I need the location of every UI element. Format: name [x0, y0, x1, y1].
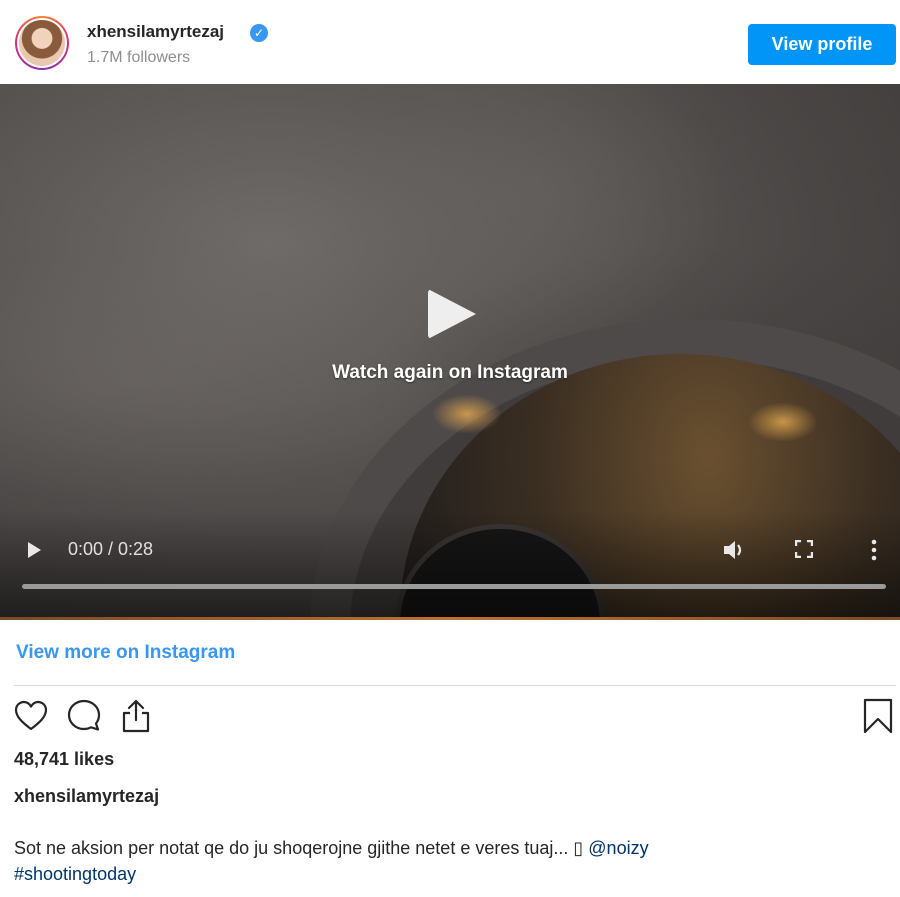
watch-again-link[interactable]: Watch again on Instagram	[0, 362, 900, 384]
controls-shade	[0, 510, 900, 620]
verified-badge-icon: ✓	[250, 24, 268, 42]
play-icon[interactable]	[428, 289, 476, 339]
caption-text: Sot ne aksion per notat qe do ju shoqero…	[14, 838, 649, 859]
post-header: xhensilamyrtezaj ✓ 1.7M followers View p…	[0, 0, 900, 84]
like-count[interactable]: 48,741 likes	[14, 749, 114, 770]
divider	[14, 685, 896, 686]
bookmark-icon[interactable]	[860, 698, 896, 734]
fullscreen-icon[interactable]	[795, 540, 813, 558]
hashtag-link[interactable]: #shootingtoday	[14, 864, 136, 885]
video-player[interactable]: Watch again on Instagram 0:00 / 0:28	[0, 84, 900, 620]
view-more-link[interactable]: View more on Instagram	[16, 642, 235, 664]
username[interactable]: xhensilamyrtezaj	[87, 22, 224, 42]
small-play-icon[interactable]	[28, 542, 41, 558]
more-vertical-icon[interactable]	[868, 539, 880, 561]
avatar[interactable]	[15, 16, 69, 70]
comment-bubble-icon[interactable]	[66, 698, 102, 734]
caption-body: Sot ne aksion per notat qe do ju shoqero…	[14, 838, 589, 858]
video-progress-bar[interactable]	[22, 584, 886, 589]
video-time: 0:00 / 0:28	[68, 539, 154, 559]
mention-link[interactable]: @noizy	[588, 838, 648, 858]
view-profile-button[interactable]: View profile	[748, 24, 896, 65]
heart-icon[interactable]	[13, 698, 49, 734]
video-frame-lamp	[432, 394, 502, 434]
video-frame-lamp	[748, 402, 818, 442]
video-bottom-edge	[0, 617, 900, 620]
share-icon[interactable]	[118, 698, 154, 734]
volume-icon[interactable]	[722, 539, 746, 561]
avatar-image	[17, 18, 67, 68]
caption-username[interactable]: xhensilamyrtezaj	[14, 786, 159, 807]
follower-count: 1.7M followers	[87, 49, 191, 66]
